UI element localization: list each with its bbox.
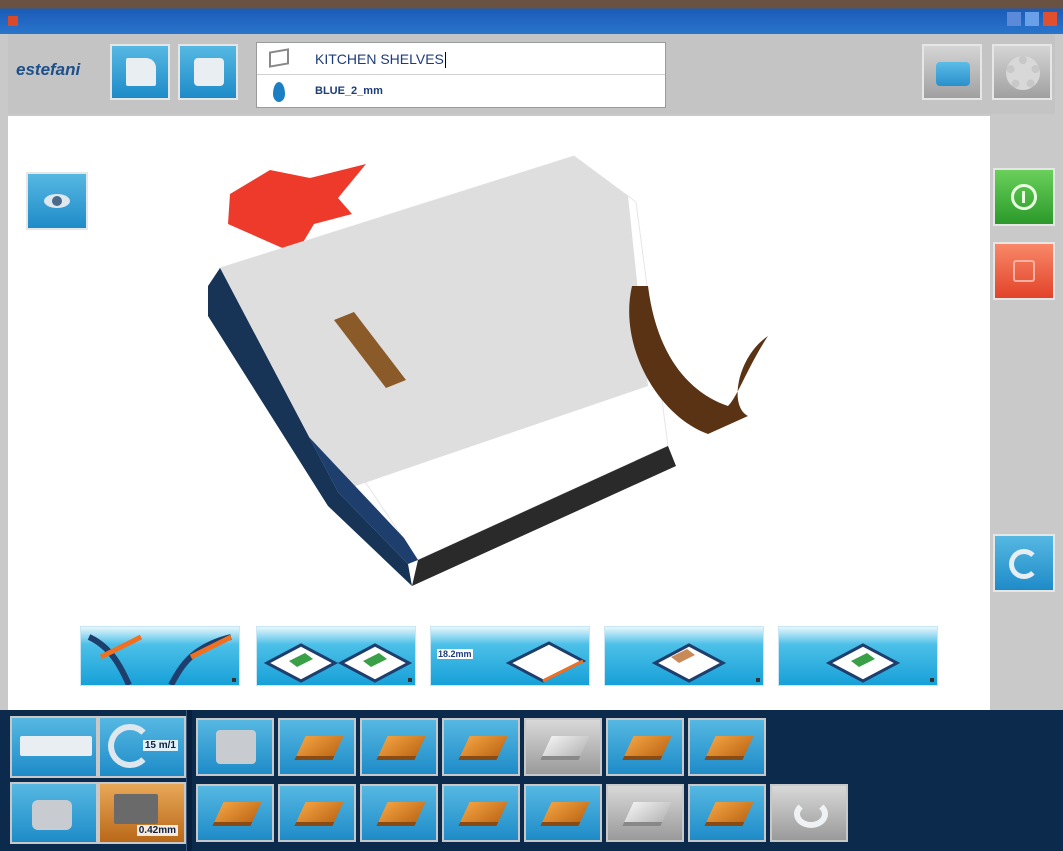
preset-radius-button[interactable]	[80, 626, 240, 686]
tool-end-trim-button[interactable]	[278, 718, 356, 776]
bottom-divider	[186, 710, 192, 851]
project-name-row[interactable]: KITCHEN SHELVES	[257, 43, 665, 75]
glue-pot-button[interactable]	[10, 782, 98, 844]
app-icon	[8, 16, 18, 26]
window-controls	[1007, 12, 1057, 26]
minimize-button[interactable]	[1007, 12, 1021, 26]
glue-scraper-icon	[212, 802, 262, 826]
tool-panel-clamp-button[interactable]	[606, 784, 684, 842]
preset-thickness-label: 18.2mm	[437, 649, 473, 659]
pre-milling-icon	[376, 736, 426, 760]
spray-icon	[540, 802, 590, 826]
tool-scraper-button[interactable]	[688, 718, 766, 776]
tool-grooving-button[interactable]	[360, 784, 438, 842]
edgebander-app: estefani KITCHEN SHELVES BLUE_2_mm 18.2m…	[0, 0, 1063, 851]
tool-glue-scraper-button[interactable]	[196, 784, 274, 842]
machine-settings-button[interactable]	[922, 44, 982, 100]
open-project-button[interactable]	[110, 44, 170, 100]
tool-buffing-button[interactable]	[278, 784, 356, 842]
panel-outline-icon	[269, 48, 289, 68]
radius-edge-icon	[87, 634, 233, 685]
tool-glue-unit-button[interactable]	[196, 718, 274, 776]
right-control-bar	[990, 116, 1055, 710]
corner-round-icon	[540, 736, 590, 760]
corner-mark	[232, 678, 236, 682]
tool-brush-button[interactable]	[688, 784, 766, 842]
settings-button[interactable]	[992, 44, 1052, 100]
brush-icon	[704, 802, 754, 826]
maximize-button[interactable]	[1025, 12, 1039, 26]
rough-trim-icon	[458, 736, 508, 760]
tool-wrench-button[interactable]	[770, 784, 848, 842]
start-button[interactable]	[993, 168, 1055, 226]
machine-icon	[936, 62, 970, 86]
preset-edge-7-button[interactable]	[778, 626, 938, 686]
tool-corner-round-button[interactable]	[524, 718, 602, 776]
glue-unit-icon	[216, 730, 256, 764]
preset-single-edge-button[interactable]	[604, 626, 764, 686]
stop-button[interactable]	[993, 242, 1055, 300]
edge-thickness-label: 0.42mm	[136, 825, 178, 836]
tool-spray-button[interactable]	[524, 784, 602, 842]
folder-icon	[126, 58, 156, 86]
heater-icon	[458, 802, 508, 826]
power-on-icon	[1011, 184, 1037, 210]
glue-pot-icon	[32, 800, 72, 830]
fine-trim-icon	[622, 736, 672, 760]
top-toolbar: estefani KITCHEN SHELVES BLUE_2_mm	[8, 34, 1055, 114]
gear-icon	[1006, 56, 1040, 90]
edge-thickness-icon	[114, 794, 158, 824]
edge-feed-button[interactable]	[10, 716, 98, 778]
close-button[interactable]	[1043, 12, 1057, 26]
refresh-icon	[1009, 549, 1039, 579]
corner-mark	[756, 678, 760, 682]
panel-clamp-icon	[622, 802, 672, 826]
main-frame: estefani KITCHEN SHELVES BLUE_2_mm 18.2m…	[0, 34, 1063, 851]
feed-speed-button[interactable]: 15 m/1	[98, 716, 186, 778]
side-sequence-icon	[263, 643, 413, 683]
edge-profile-row[interactable]: BLUE_2_mm	[257, 76, 665, 108]
edge-seven-icon	[825, 643, 901, 683]
preset-thickness-button[interactable]: 18.2mm	[430, 626, 590, 686]
reset-cycle-button[interactable]	[993, 534, 1055, 592]
project-name-field[interactable]: KITCHEN SHELVES	[315, 51, 446, 68]
feed-speed-label: 15 m/1	[142, 740, 178, 751]
corner-mark	[930, 678, 934, 682]
wrench-icon	[794, 800, 828, 828]
panel-render	[208, 155, 768, 586]
window-titlebar	[0, 0, 1063, 34]
scraper-icon	[704, 736, 754, 760]
panel-library-button[interactable]	[178, 44, 238, 100]
edge-roll-icon	[20, 736, 92, 756]
preset-side1-side2-button[interactable]	[256, 626, 416, 686]
grooving-icon	[376, 802, 426, 826]
color-drop-icon	[273, 82, 285, 102]
edge-thickness-button[interactable]: 0.42mm	[98, 782, 186, 844]
tool-rough-trim-button[interactable]	[442, 718, 520, 776]
end-trim-icon	[294, 736, 344, 760]
buffing-icon	[294, 802, 344, 826]
bottom-tool-panel: 15 m/1 0.42mm	[0, 710, 1063, 851]
brand-logo: estefani	[16, 60, 81, 79]
tool-heater-button[interactable]	[442, 784, 520, 842]
project-info-box: KITCHEN SHELVES BLUE_2_mm	[256, 42, 666, 108]
power-off-icon	[1013, 260, 1035, 282]
corner-mark	[408, 678, 412, 682]
edge-preset-bar: 18.2mm	[80, 626, 940, 688]
tool-fine-trim-button[interactable]	[606, 718, 684, 776]
panel-3d-viewport[interactable]: 18.2mm	[8, 116, 990, 710]
edge-profile-field[interactable]: BLUE_2_mm	[315, 85, 383, 97]
panel-icon	[194, 58, 224, 86]
tool-pre-milling-button[interactable]	[360, 718, 438, 776]
single-edge-icon	[651, 643, 727, 683]
